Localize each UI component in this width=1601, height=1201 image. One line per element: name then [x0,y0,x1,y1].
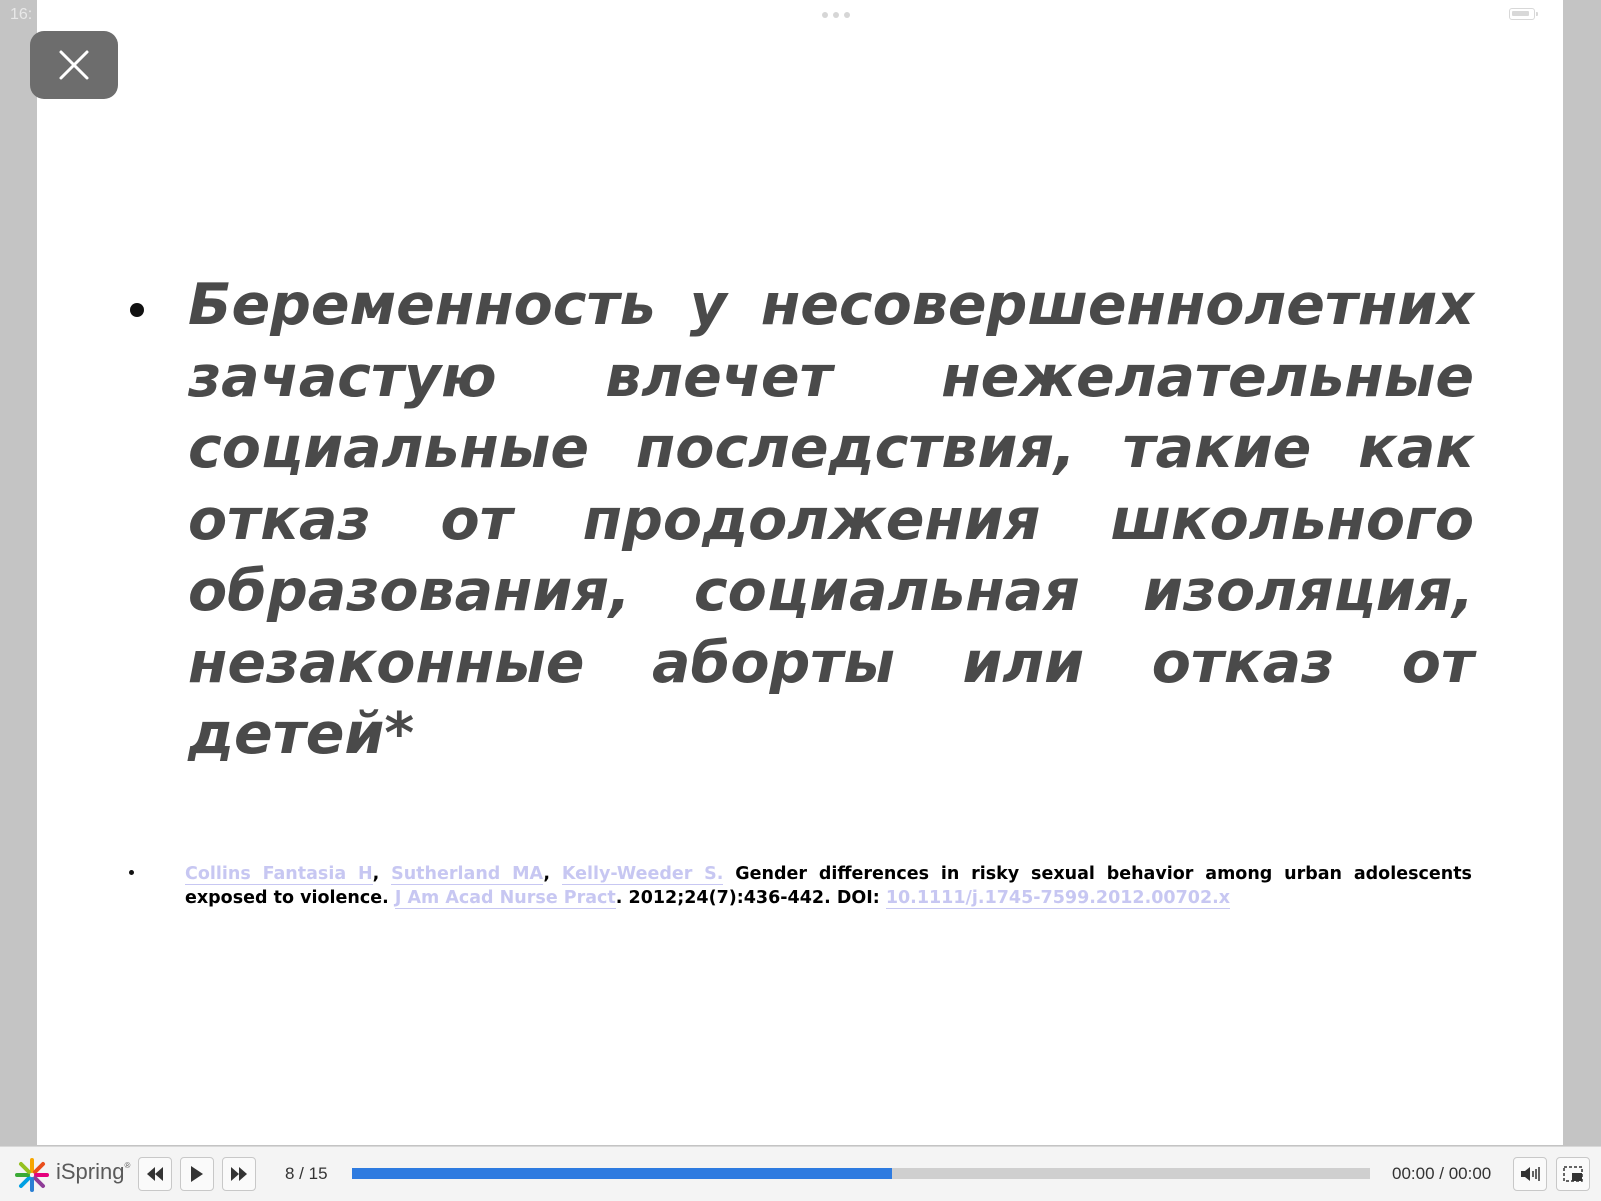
slide-main-text: Беременность у несовершеннолетних зачаст… [188,272,1474,767]
fullscreen-icon [1563,1166,1583,1182]
fullscreen-button[interactable] [1556,1157,1590,1191]
volume-button[interactable] [1513,1157,1547,1191]
progress-bar[interactable] [352,1168,1370,1179]
volume-icon [1521,1167,1540,1181]
status-time: 16: [10,6,33,23]
progress-fill [352,1168,892,1179]
journal-link[interactable]: J Am Acad Nurse Pract [394,888,616,909]
battery-icon [1509,8,1538,20]
bullet-icon [129,870,134,875]
play-icon [191,1166,203,1182]
author-link-collins[interactable]: Collins Fantasia H [185,864,373,885]
author-link-kelly-weeder[interactable]: Kelly-Weeder S. [561,864,724,885]
time-display: 00:00 / 00:00 [1392,1164,1492,1183]
close-button[interactable] [30,31,118,99]
reference-citation: Collins Fantasia H, Sutherland MA, Kelly… [185,862,1472,910]
author-link-sutherland[interactable]: Sutherland MA [391,864,544,885]
separator: , [543,864,562,884]
citation-details: . 2012;24(7):436-442. DOI: [615,888,886,908]
fast-forward-button[interactable] [222,1157,256,1191]
drag-handle[interactable] [822,12,850,18]
bullet-icon [130,303,144,317]
play-button[interactable] [180,1157,214,1191]
close-icon [59,50,89,80]
slide-counter: 8 / 15 [285,1164,328,1183]
doi-link[interactable]: 10.1111/j.1745-7599.2012.00702.x [885,888,1231,909]
fast-forward-icon [231,1167,247,1181]
rewind-button[interactable] [138,1157,172,1191]
ispring-logo-icon [15,1158,49,1192]
separator: , [372,864,392,884]
slide-canvas: Беременность у несовершеннолетних зачаст… [37,0,1563,1145]
brand-name: iSpring® [56,1159,131,1184]
rewind-icon [147,1167,163,1181]
player-toolbar: iSpring® 8 / 15 00:00 / 00:00 [0,1146,1601,1201]
